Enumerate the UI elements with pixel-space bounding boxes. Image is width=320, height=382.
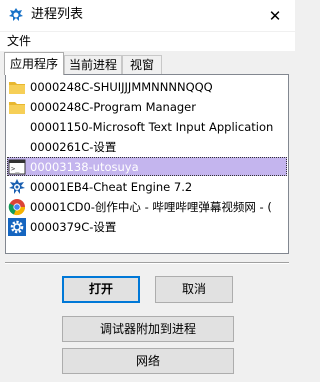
window-title: 进程列表: [31, 7, 84, 22]
process-label: 0000261C-设置: [30, 140, 117, 154]
svg-text:>_: >_: [11, 165, 20, 173]
settings-gear-icon: [8, 218, 26, 236]
close-icon[interactable]: ✕: [262, 4, 288, 28]
tab-applications[interactable]: 应用程序: [4, 52, 64, 75]
attach-debugger-button[interactable]: 调试器附加到进程: [62, 316, 234, 342]
process-row[interactable]: 0000248C-Program Manager: [7, 97, 287, 116]
chrome-icon: [8, 198, 26, 216]
process-label: 0000379C-设置: [30, 220, 117, 234]
process-row[interactable]: 00001EB4-Cheat Engine 7.2: [7, 177, 287, 196]
process-row[interactable]: 0000261C-设置: [7, 137, 287, 156]
process-row[interactable]: 00001150-Microsoft Text Input Applicatio…: [7, 117, 287, 136]
process-label: 00001EB4-Cheat Engine 7.2: [30, 180, 193, 194]
menu-bar: 文件: [0, 32, 295, 51]
cheat-engine-icon: [8, 178, 26, 196]
folder-icon: [8, 78, 26, 96]
process-list[interactable]: 0000248C-SHUIJJJMMNNNNQQQ 0000248C-Progr…: [5, 74, 289, 254]
cheat-engine-app-icon: [8, 7, 24, 23]
process-label: 00003138-utosuya: [30, 160, 139, 174]
process-row[interactable]: 0000248C-SHUIJJJMMNNNNQQQ: [7, 77, 287, 96]
folder-icon: [8, 98, 26, 116]
network-button[interactable]: 网络: [62, 348, 234, 374]
process-label: 0000248C-Program Manager: [30, 100, 196, 114]
process-label: 00001CD0-创作中心 - 哔哩哔哩弹幕视频网 - (: [30, 200, 272, 214]
process-row[interactable]: 00001CD0-创作中心 - 哔哩哔哩弹幕视频网 - (: [7, 197, 287, 216]
process-label: 00001150-Microsoft Text Input Applicatio…: [30, 120, 274, 134]
tab-windows[interactable]: 视窗: [122, 55, 162, 74]
cancel-button[interactable]: 取消: [155, 276, 233, 303]
menu-file[interactable]: 文件: [7, 34, 31, 49]
process-row[interactable]: 0000379C-设置: [7, 217, 287, 236]
tab-current-processes[interactable]: 当前进程: [64, 55, 122, 74]
open-button[interactable]: 打开: [62, 276, 140, 303]
console-icon: >_: [8, 158, 26, 176]
title-bar: 进程列表 ✕: [0, 0, 295, 31]
process-label: 0000248C-SHUIJJJMMNNNNQQQ: [30, 80, 213, 94]
process-row-selected[interactable]: >_ 00003138-utosuya: [7, 157, 287, 176]
divider: [5, 262, 289, 264]
